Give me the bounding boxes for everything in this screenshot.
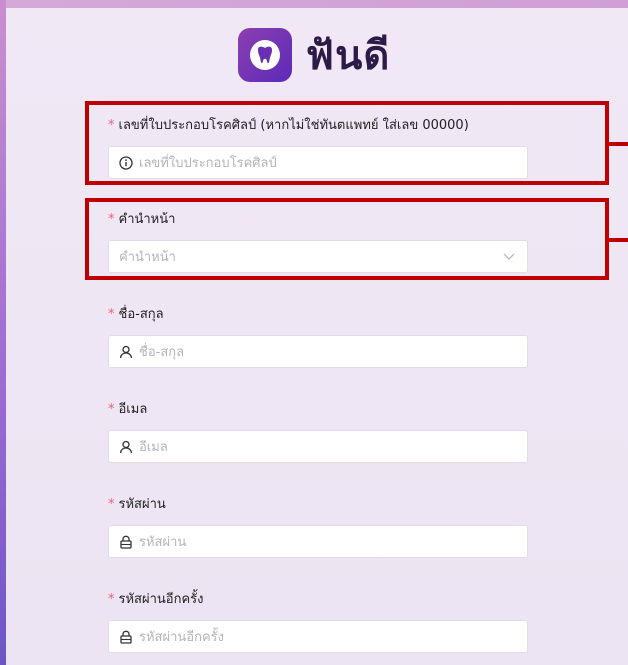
- brand-name: ฟันดี: [305, 33, 391, 79]
- email-label: * อีเมล: [108, 402, 148, 417]
- email-placeholder: อีเมล: [139, 440, 168, 455]
- password-label: * รหัสผ่าน: [108, 497, 166, 512]
- fullname-input[interactable]: ชื่อ-สกุล: [108, 335, 528, 368]
- required-mark: *: [108, 497, 115, 512]
- confirm-password-placeholder: รหัสผ่านอีกครั้ง: [139, 630, 224, 645]
- highlight-box-license: [85, 101, 609, 185]
- required-mark: *: [108, 402, 115, 417]
- confirm-password-field: * รหัสผ่านอีกครั้ง รหัสผ่านอีกครั้ง: [108, 590, 530, 653]
- fullname-placeholder: ชื่อ-สกุล: [139, 345, 185, 360]
- fullname-field: * ชื่อ-สกุล ชื่อ-สกุล: [108, 305, 530, 368]
- highlight-connector-license: [609, 142, 628, 146]
- required-mark: *: [108, 307, 115, 322]
- brand-header: ฟันดี: [0, 26, 628, 84]
- tooth-icon: [237, 28, 292, 82]
- password-field: * รหัสผ่าน รหัสผ่าน: [108, 495, 530, 558]
- top-accent-stripe: [0, 0, 628, 8]
- highlight-connector-prefix: [609, 238, 628, 242]
- lock-icon: [119, 535, 133, 549]
- highlight-box-prefix: [85, 198, 609, 280]
- user-icon: [119, 440, 133, 454]
- fullname-label: * ชื่อ-สกุล: [108, 307, 164, 322]
- user-icon: [119, 345, 133, 359]
- confirm-password-input[interactable]: รหัสผ่านอีกครั้ง: [108, 620, 528, 653]
- password-placeholder: รหัสผ่าน: [139, 535, 187, 550]
- password-input[interactable]: รหัสผ่าน: [108, 525, 528, 558]
- lock-icon: [119, 630, 133, 644]
- confirm-password-label: * รหัสผ่านอีกครั้ง: [108, 592, 204, 607]
- email-field: * อีเมล อีเมล: [108, 400, 530, 463]
- required-mark: *: [108, 592, 115, 607]
- left-accent-stripe: [0, 0, 6, 665]
- email-input[interactable]: อีเมล: [108, 430, 528, 463]
